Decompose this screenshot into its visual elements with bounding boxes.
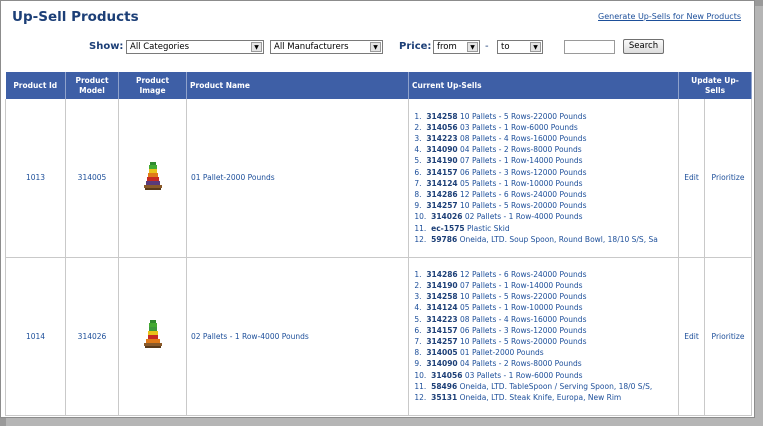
upsell-item[interactable]: 4. 314090 04 Pallets - 2 Rows-8000 Pound… <box>412 144 675 155</box>
panel-shadow-bottom <box>6 418 763 426</box>
generate-upsells-link[interactable]: Generate Up-Sells for New Products <box>598 12 741 21</box>
product-image-cell <box>118 99 187 258</box>
manufacturer-select[interactable]: All Manufacturers ▼ <box>270 40 383 54</box>
product-id-cell: 1013 <box>5 99 66 258</box>
product-id-cell: 1014 <box>5 257 66 416</box>
upsell-item[interactable]: 1. 314286 12 Pallets - 6 Rows-24000 Poun… <box>412 269 675 280</box>
upsell-item[interactable]: 1. 314258 10 Pallets - 5 Rows-22000 Poun… <box>412 111 675 122</box>
col-product-name[interactable]: Product Name <box>186 72 409 99</box>
upsell-item[interactable]: 2. 314056 03 Pallets - 1 Row-6000 Pounds <box>412 122 675 133</box>
upsell-item[interactable]: 2. 314190 07 Pallets - 1 Row-14000 Pound… <box>412 280 675 291</box>
upsell-item[interactable]: 6. 314157 06 Pallets - 3 Rows-12000 Poun… <box>412 325 675 336</box>
upsell-item[interactable]: 10. 314026 02 Pallets - 1 Row-4000 Pound… <box>412 211 675 222</box>
table-row: 1013 314005 01 Pallet-2000 Pounds 1. 314… <box>5 99 752 258</box>
upsell-item[interactable]: 3. 314258 10 Pallets - 5 Rows-22000 Poun… <box>412 291 675 302</box>
price-to-value: to <box>501 42 510 52</box>
upsell-item[interactable]: 11. 58496 Oneida, LTD. TableSpoon / Serv… <box>412 381 675 392</box>
upsell-item[interactable]: 10. 314056 03 Pallets - 1 Row-6000 Pound… <box>412 370 675 381</box>
price-from-select[interactable]: from ▼ <box>433 40 480 54</box>
upsell-item[interactable]: 12. 59786 Oneida, LTD. Soup Spoon, Round… <box>412 234 675 245</box>
filter-bar: Show: All Categories ▼ All Manufacturers… <box>1 39 754 57</box>
table-header-row: Product Id Product Model Product Image P… <box>5 72 752 99</box>
show-label: Show: <box>89 41 124 52</box>
upsell-item[interactable]: 4. 314124 05 Pallets - 1 Row-10000 Pound… <box>412 302 675 313</box>
manufacturer-select-value: All Manufacturers <box>274 42 349 52</box>
upsell-item[interactable]: 12. 35131 Oneida, LTD. Steak Knife, Euro… <box>412 392 675 403</box>
upsell-item[interactable]: 3. 314223 08 Pallets - 4 Rows-16000 Poun… <box>412 133 675 144</box>
upsell-item[interactable]: 8. 314005 01 Pallet-2000 Pounds <box>412 347 675 358</box>
price-to-select[interactable]: to ▼ <box>497 40 543 54</box>
upsell-item[interactable]: 5. 314223 08 Pallets - 4 Rows-16000 Poun… <box>412 314 675 325</box>
col-update-upsells: Update Up-Sells <box>678 72 752 99</box>
price-range-dash: - <box>485 41 489 52</box>
chevron-down-icon: ▼ <box>467 42 478 52</box>
current-upsells-cell: 1. 314258 10 Pallets - 5 Rows-22000 Poun… <box>408 99 679 258</box>
table-row: 1014 314026 02 Pallets - 1 Row-4000 Poun <box>5 257 752 416</box>
product-name-cell[interactable]: 02 Pallets - 1 Row-4000 Pounds <box>186 257 409 416</box>
chevron-down-icon: ▼ <box>530 42 541 52</box>
pallet-stack-image[interactable] <box>143 320 163 350</box>
product-model-cell: 314005 <box>65 99 119 258</box>
page-title: Up-Sell Products <box>12 9 139 25</box>
col-product-model[interactable]: Product Model <box>65 72 119 99</box>
upsell-item[interactable]: 9. 314257 10 Pallets - 5 Rows-20000 Poun… <box>412 200 675 211</box>
upsell-item[interactable]: 7. 314124 05 Pallets - 1 Row-10000 Pound… <box>412 178 675 189</box>
product-name-cell[interactable]: 01 Pallet-2000 Pounds <box>186 99 409 258</box>
category-select-value: All Categories <box>130 42 190 52</box>
upsell-item[interactable]: 8. 314286 12 Pallets - 6 Rows-24000 Poun… <box>412 189 675 200</box>
upsell-item[interactable]: 5. 314190 07 Pallets - 1 Row-14000 Pound… <box>412 155 675 166</box>
search-button[interactable]: Search <box>623 39 664 54</box>
col-current-upsells: Current Up-Sells <box>408 72 679 99</box>
prioritize-link[interactable]: Prioritize <box>704 257 752 416</box>
upsell-table: Product Id Product Model Product Image P… <box>5 72 752 416</box>
upsell-item[interactable]: 9. 314090 04 Pallets - 2 Rows-8000 Pound… <box>412 358 675 369</box>
current-upsells-cell: 1. 314286 12 Pallets - 6 Rows-24000 Poun… <box>408 257 679 416</box>
chevron-down-icon: ▼ <box>370 42 381 52</box>
col-product-id[interactable]: Product Id <box>5 72 66 99</box>
price-label: Price: <box>399 41 432 52</box>
category-select[interactable]: All Categories ▼ <box>126 40 264 54</box>
upsell-item[interactable]: 6. 314157 06 Pallets - 3 Rows-12000 Poun… <box>412 167 675 178</box>
upsell-item[interactable]: 7. 314257 10 Pallets - 5 Rows-20000 Poun… <box>412 336 675 347</box>
prioritize-link[interactable]: Prioritize <box>704 99 752 258</box>
upsell-item[interactable]: 11. ec-1575 Plastic Skid <box>412 223 675 234</box>
price-from-value: from <box>437 42 457 52</box>
product-model-cell: 314026 <box>65 257 119 416</box>
col-product-image: Product Image <box>118 72 187 99</box>
product-image-cell <box>118 257 187 416</box>
pallet-stack-image[interactable] <box>143 161 163 192</box>
panel-shadow-right <box>755 6 763 426</box>
chevron-down-icon: ▼ <box>251 42 262 52</box>
upsell-products-panel: Up-Sell Products Generate Up-Sells for N… <box>0 0 755 418</box>
search-input[interactable] <box>564 40 615 54</box>
edit-link[interactable]: Edit <box>678 257 705 416</box>
edit-link[interactable]: Edit <box>678 99 705 258</box>
